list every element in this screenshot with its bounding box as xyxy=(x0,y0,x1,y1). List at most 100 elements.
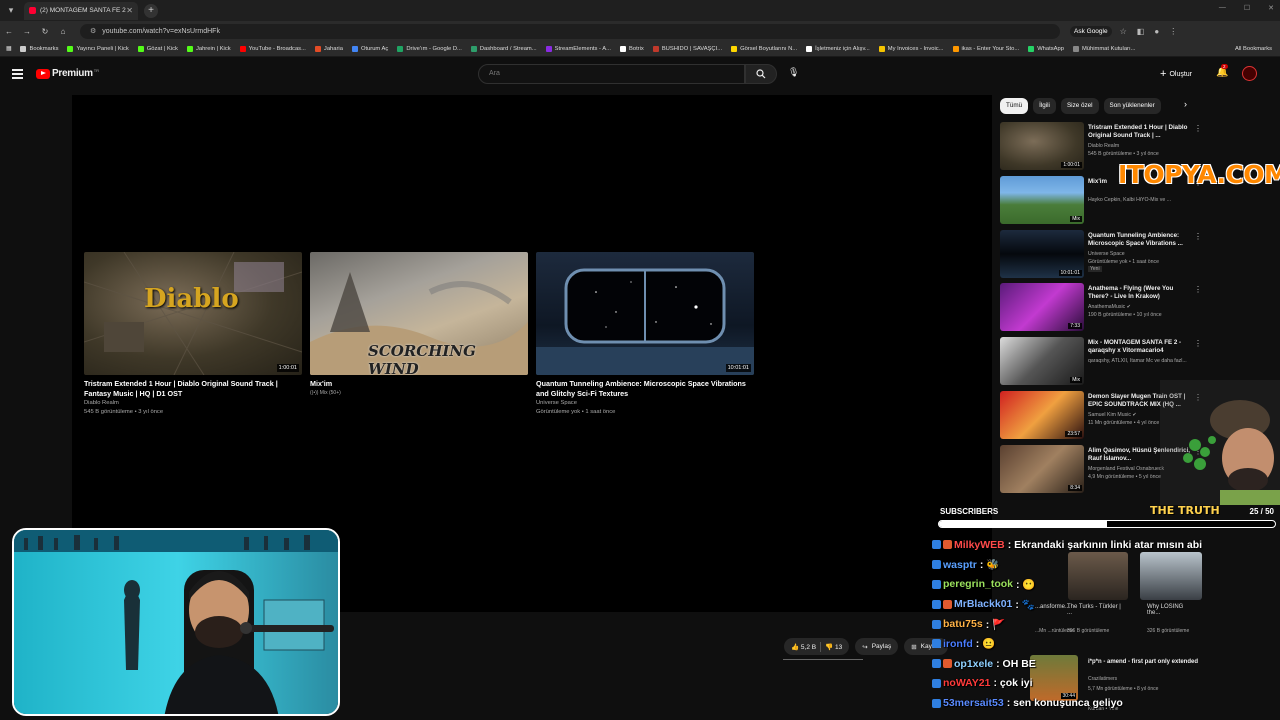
chip-recent[interactable]: Son yüklenenler xyxy=(1103,98,1161,114)
related-title[interactable]: Quantum Tunneling Ambience: Microscopic … xyxy=(1088,232,1190,248)
save-icon: ⊞ xyxy=(911,643,917,651)
chip-for-you[interactable]: Size özel xyxy=(1060,98,1099,114)
related-thumbnail[interactable]: 8:34 xyxy=(1000,444,1084,493)
bookmark-item[interactable]: YouTube - Broadcas... xyxy=(239,45,306,52)
related-video-item[interactable]: 10:01:01 Quantum Tunneling Ambience: Micr… xyxy=(1000,229,1202,280)
bookmark-item[interactable]: StreamElements - A... xyxy=(545,45,611,52)
bookmark-item[interactable]: Jaharia xyxy=(314,45,343,52)
maximize-icon[interactable]: ☐ xyxy=(1244,4,1250,12)
minimize-icon[interactable]: — xyxy=(1219,4,1226,12)
bookmark-label: Drive'ım - Google D... xyxy=(406,45,462,52)
duration-badge: Mix xyxy=(1070,215,1082,222)
related-channel[interactable]: qaraqshy, ATLXII, Itamar Mc ve daha fazl… xyxy=(1088,357,1190,365)
related-title[interactable]: Tristram Extended 1 Hour | Diablo Origin… xyxy=(1088,124,1190,140)
ask-google-button[interactable]: Ask Google xyxy=(1070,25,1112,37)
address-bar[interactable]: ⚙ youtube.com/watch?v=exNsUrmdHFk xyxy=(80,23,1060,39)
bookmark-item[interactable]: Dashboard / Stream... xyxy=(470,45,537,52)
bookmark-label: Görsel Boyutlarını N... xyxy=(740,45,798,52)
all-bookmarks-button[interactable]: All Bookmarks xyxy=(1235,46,1272,52)
logo-text: Premium xyxy=(52,68,93,79)
bookmark-item[interactable]: Mühimmat Kutuları... xyxy=(1072,45,1135,52)
chip-all[interactable]: Tümü xyxy=(1000,98,1029,114)
bookmark-item[interactable]: WhatsApp xyxy=(1028,45,1064,52)
chevron-right-icon[interactable]: › xyxy=(1184,99,1187,109)
related-channel[interactable]: Universe Space xyxy=(1088,250,1190,258)
close-window-icon[interactable]: ✕ xyxy=(1268,4,1274,12)
bookmark-favicon-icon xyxy=(545,45,552,52)
related-thumbnail[interactable]: Mix xyxy=(1000,337,1084,386)
related-channel[interactable]: Hayko Cepkin, Kalbi HiYO-Mix ve ... xyxy=(1088,196,1190,204)
chat-message: ironfd: 😐 xyxy=(932,634,1280,654)
more-options-icon[interactable]: ⋮ xyxy=(1194,285,1202,294)
chip-related[interactable]: İlgili xyxy=(1033,98,1056,114)
more-options-icon[interactable]: ⋮ xyxy=(1194,232,1202,241)
related-title[interactable]: Anathema - Flying (Were You There? - Liv… xyxy=(1088,285,1190,301)
home-icon[interactable]: ⌂ xyxy=(54,27,72,36)
chat-badge-icon xyxy=(932,678,941,688)
new-tab-button[interactable]: + xyxy=(144,3,158,18)
share-button[interactable]: ↪ Paylaş xyxy=(855,638,899,655)
bookmark-item[interactable]: Oturum Aç xyxy=(351,45,388,52)
tab-close-icon[interactable]: ✕ xyxy=(126,6,133,15)
bookmark-label: Botrix xyxy=(628,45,644,52)
bookmark-item[interactable]: Görsel Boyutlarını N... xyxy=(731,45,798,52)
create-button[interactable]: + Oluştur xyxy=(1160,68,1192,80)
endcard-channel: ((•)) Mix (50+) xyxy=(310,390,341,396)
related-channel[interactable]: Diablo Realm xyxy=(1088,142,1190,150)
hamburger-menu-icon[interactable] xyxy=(12,69,23,81)
endcard-channel: Universe Space xyxy=(536,400,577,406)
related-meta: 190 B görüntüleme • 10 yıl önce xyxy=(1088,312,1162,319)
chat-text: : OH BE xyxy=(996,657,1036,670)
back-icon[interactable]: ← xyxy=(0,27,18,36)
bookmark-label: Jahrein | Kick xyxy=(195,45,231,52)
endcard-video[interactable]: SCORCHING WIND Mix'im ((•)) Mix (50+) xyxy=(310,252,528,398)
profile-icon[interactable]: ● xyxy=(1154,27,1159,36)
endcard-video[interactable]: 10:01:01 Quantum Tunneling Ambience: Mic… xyxy=(536,252,754,417)
related-channel[interactable]: AnathemaMusic ✔ xyxy=(1088,303,1190,311)
dislike-button[interactable]: 👎 13 xyxy=(825,643,842,651)
search-button[interactable] xyxy=(745,64,777,84)
reload-icon[interactable]: ↻ xyxy=(36,27,54,36)
bookmark-item[interactable]: Drive'ım - Google D... xyxy=(397,45,462,52)
related-title[interactable]: Mix - MONTAGEM SANTA FE 2 - qaraqshy x V… xyxy=(1088,339,1190,355)
bookmark-item[interactable]: My Invoices - Invoic... xyxy=(878,45,944,52)
youtube-logo[interactable]: Premium TR xyxy=(36,68,99,79)
apps-icon[interactable]: ▦ xyxy=(6,46,11,52)
extension-icon[interactable]: ◧ xyxy=(1137,27,1145,36)
endcard-video[interactable]: Diablo 1:00:01 Tristram Extended 1 Hour … xyxy=(84,252,302,417)
bookmark-favicon-icon xyxy=(952,45,959,52)
bookmark-item[interactable]: Yayıncı Paneli | Kick xyxy=(67,45,129,52)
search-input[interactable]: Ara xyxy=(478,64,745,84)
related-thumbnail[interactable]: Mix xyxy=(1000,175,1084,224)
chat-username: 53mersait53 xyxy=(943,697,1004,710)
bookmark-folder[interactable]: Bookmarks xyxy=(20,45,58,52)
related-thumbnail[interactable]: 23:57 xyxy=(1000,391,1084,439)
user-avatar[interactable] xyxy=(1242,66,1257,81)
more-options-icon[interactable]: ⋮ xyxy=(1194,339,1202,348)
tab-search-icon[interactable]: ▾ xyxy=(2,2,20,20)
bookmark-item[interactable]: Jahrein | Kick xyxy=(186,45,231,52)
endcard-thumbnail: Diablo 1:00:01 xyxy=(84,252,302,375)
bookmark-item[interactable]: İşletmeniz için Alışv... xyxy=(806,45,870,52)
bookmark-favicon-icon xyxy=(351,45,358,52)
sub-goal-label: SUBSCRIBERS xyxy=(940,507,999,516)
bookmark-item[interactable]: Botrix xyxy=(619,45,644,52)
menu-icon[interactable]: ⋮ xyxy=(1169,27,1177,36)
browser-tab[interactable]: (2) MONTAGEM SANTA FE 2 ✕ xyxy=(24,1,138,20)
related-thumbnail[interactable]: 10:01:01 xyxy=(1000,229,1084,278)
microphone-icon[interactable]: 🎙 xyxy=(788,67,799,78)
notifications-bell-icon[interactable]: 🔔 2 xyxy=(1216,64,1228,78)
like-button[interactable]: 👍 5,2 B xyxy=(791,643,816,651)
related-thumbnail[interactable]: 7:33 xyxy=(1000,283,1084,332)
site-info-icon[interactable]: ⚙ xyxy=(90,27,96,35)
star-icon[interactable]: ☆ xyxy=(1120,27,1127,36)
related-video-item[interactable]: 7:33 Anathema - Flying (Were You There? -… xyxy=(1000,283,1202,333)
bookmark-item[interactable]: Gözat | Kick xyxy=(137,45,178,52)
youtube-play-logo-icon xyxy=(36,68,50,79)
bookmark-item[interactable]: ikas - Enter Your Sto... xyxy=(952,45,1019,52)
more-options-icon[interactable]: ⋮ xyxy=(1194,124,1202,133)
share-label: Paylaş xyxy=(871,643,892,650)
forward-icon[interactable]: → xyxy=(18,27,36,36)
related-thumbnail[interactable]: 1:00:01 xyxy=(1000,122,1084,170)
bookmark-item[interactable]: BUSHIDO | SAVAŞÇI... xyxy=(652,45,722,52)
